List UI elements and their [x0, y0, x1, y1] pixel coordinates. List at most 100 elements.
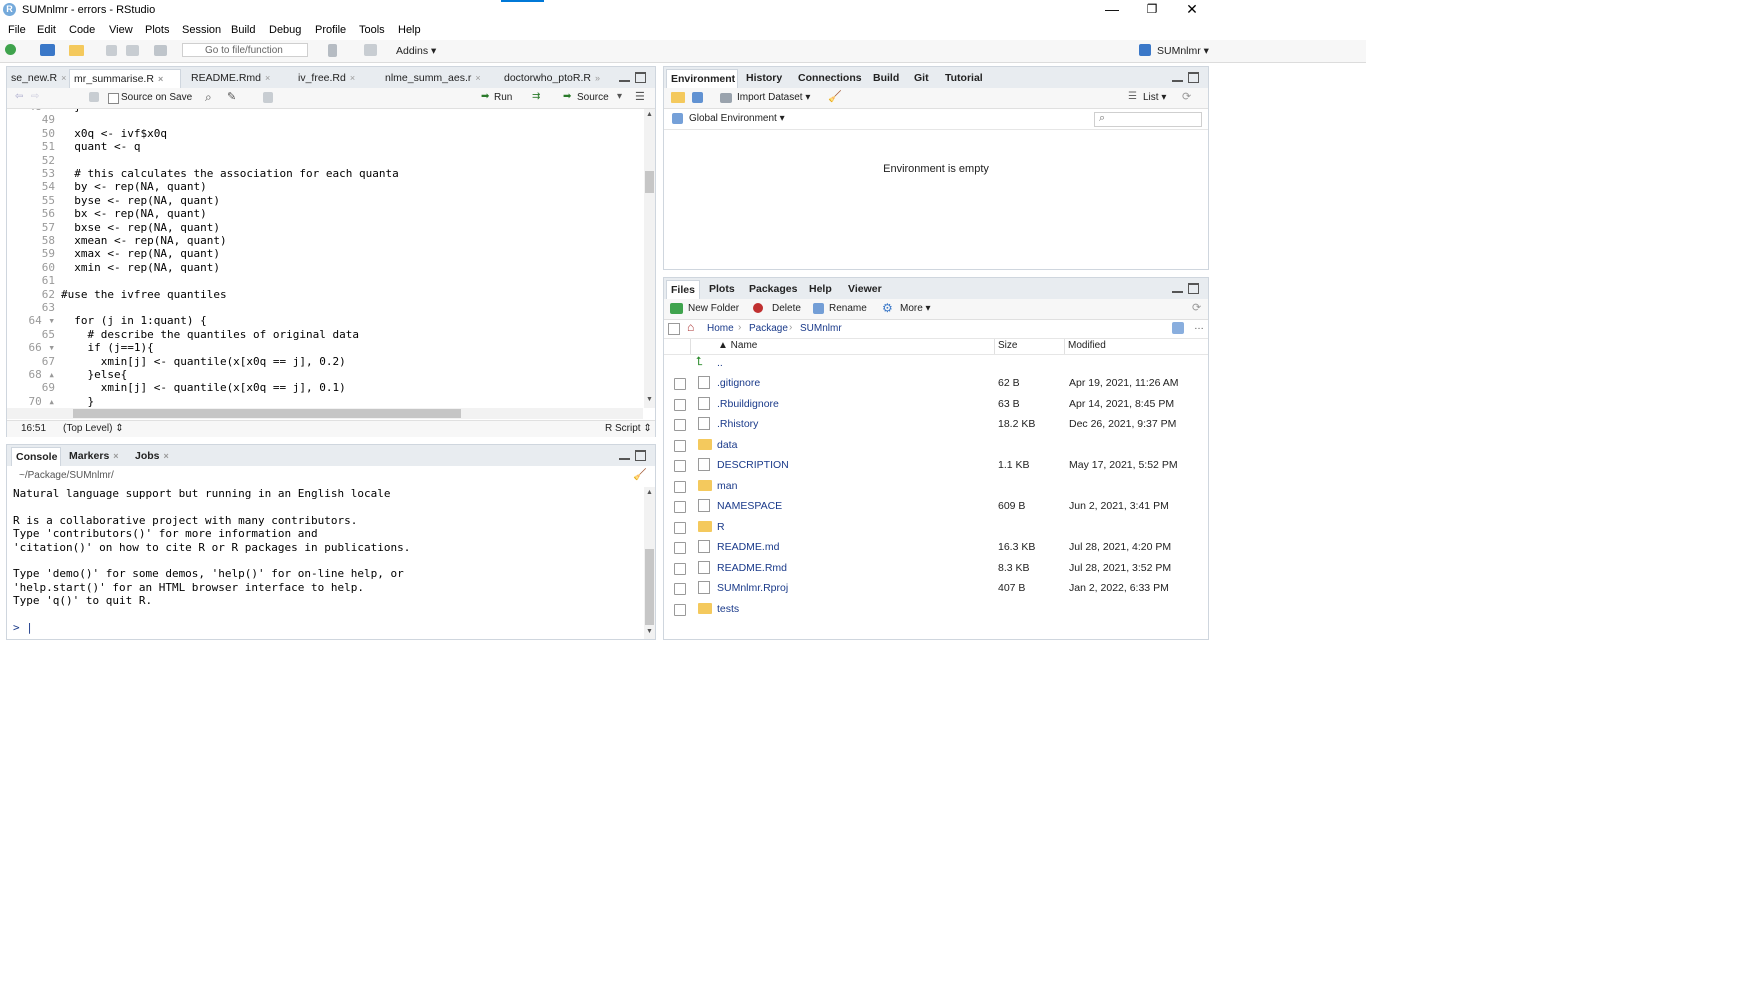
file-type-selector[interactable]: R Script ⇕ [605, 423, 652, 434]
tab-close[interactable]: × [164, 451, 169, 461]
scroll-down-icon[interactable]: ▼ [646, 628, 653, 635]
file-row[interactable]: .Rhistory 18.2 KB Dec 26, 2021, 9:37 PM [664, 415, 1208, 435]
code-tools-icon[interactable]: ✎ [227, 90, 236, 103]
menu-edit[interactable]: Edit [37, 24, 56, 36]
tab-plots[interactable]: Plots [705, 280, 739, 299]
tab-files[interactable]: Files [666, 280, 700, 299]
tab-close[interactable]: × [158, 74, 163, 84]
file-name[interactable]: README.md [717, 541, 779, 553]
tab-console[interactable]: Console [11, 447, 61, 466]
file-name[interactable]: .gitignore [717, 377, 760, 389]
parent-directory-row[interactable]: ⮤ .. [664, 354, 1208, 374]
file-checkbox[interactable] [674, 521, 686, 534]
scope-selector[interactable]: (Top Level) ⇕ [63, 423, 124, 434]
minimize-pane-icon[interactable] [619, 72, 631, 82]
tab-nlme-summ[interactable]: nlme_summ_aes.r × [381, 69, 495, 88]
file-checkbox[interactable] [674, 542, 686, 554]
menu-tools[interactable]: Tools [359, 24, 385, 36]
import-dataset-button[interactable]: Import Dataset ▾ [737, 92, 810, 103]
breadcrumb-sumnlmr[interactable]: SUMnlmr [800, 323, 842, 334]
rerun-icon[interactable]: ⇉ [532, 91, 540, 102]
file-name[interactable]: R [717, 521, 725, 533]
file-row[interactable]: .Rbuildignore 63 B Apr 14, 2021, 8:45 PM [664, 395, 1208, 415]
file-checkbox[interactable] [674, 603, 686, 616]
menu-debug[interactable]: Debug [269, 24, 301, 36]
menu-code[interactable]: Code [69, 24, 95, 36]
tab-close[interactable]: × [475, 73, 480, 83]
refresh-icon[interactable]: ⟳ [1192, 301, 1201, 314]
column-size[interactable]: Size [998, 340, 1017, 351]
save-icon[interactable] [89, 92, 99, 102]
back-icon[interactable]: ⇦ [15, 91, 23, 102]
outline-icon[interactable]: ☰ [635, 90, 645, 103]
tab-close[interactable]: × [265, 73, 270, 83]
refresh-icon[interactable]: ⟳ [1182, 90, 1191, 103]
menu-help[interactable]: Help [398, 24, 421, 36]
file-name[interactable]: man [717, 480, 737, 492]
tab-git[interactable]: Git [910, 69, 934, 88]
tab-readme-rmd[interactable]: README.Rmd × [187, 69, 289, 88]
breadcrumb-home[interactable]: Home [707, 323, 734, 334]
project-menu[interactable]: SUMnlmr ▾ [1157, 45, 1209, 57]
file-name[interactable]: NAMESPACE [717, 500, 782, 512]
file-row[interactable]: NAMESPACE 609 B Jun 2, 2021, 3:41 PM [664, 497, 1208, 517]
rename-button[interactable]: Rename [829, 303, 867, 314]
file-checkbox[interactable] [674, 398, 686, 411]
file-name[interactable]: tests [717, 603, 739, 615]
file-name[interactable]: data [717, 439, 737, 451]
new-project-icon[interactable] [40, 44, 55, 56]
tab-build[interactable]: Build [869, 69, 903, 88]
search-icon[interactable]: ⌕ [205, 90, 212, 105]
open-file-icon[interactable] [69, 45, 84, 56]
scroll-down-icon[interactable]: ▼ [646, 396, 653, 403]
load-workspace-icon[interactable] [671, 92, 685, 103]
file-row[interactable]: SUMnlmr.Rproj 407 B Jan 2, 2022, 6:33 PM [664, 579, 1208, 599]
tab-markers[interactable]: Markers × [65, 447, 127, 466]
file-name[interactable]: .Rbuildignore [717, 398, 779, 410]
tab-connections[interactable]: Connections [794, 69, 864, 88]
code-area[interactable]: 48 ▾ } 4950 x0q <- ivf$x0q 51 quant <- q 52… [7, 109, 643, 408]
new-file-icon[interactable] [5, 44, 16, 55]
scroll-up-icon[interactable]: ▲ [646, 111, 653, 118]
file-checkbox[interactable] [674, 501, 686, 513]
menu-session[interactable]: Session [182, 24, 221, 36]
restore-button[interactable]: ❐ [1132, 0, 1172, 20]
file-name[interactable]: SUMnlmr.Rproj [717, 582, 788, 594]
scroll-thumb[interactable] [645, 171, 654, 193]
more-button[interactable]: More ▾ [900, 303, 931, 314]
file-row[interactable]: .gitignore 62 B Apr 19, 2021, 11:26 AM [664, 374, 1208, 394]
column-modified[interactable]: Modified [1068, 340, 1106, 351]
file-row[interactable]: R [664, 518, 1208, 538]
tab-viewer[interactable]: Viewer [844, 280, 888, 299]
source-on-save-checkbox[interactable] [108, 93, 119, 104]
goto-file-input[interactable]: Go to file/function [182, 43, 308, 57]
file-row[interactable]: README.md 16.3 KB Jul 28, 2021, 4:20 PM [664, 538, 1208, 558]
tab-mr-summarise[interactable]: mr_summarise.R × [69, 69, 181, 88]
minimize-pane-icon[interactable] [1172, 72, 1184, 82]
hscroll-thumb[interactable] [73, 409, 461, 418]
file-name[interactable]: .Rhistory [717, 418, 758, 430]
file-checkbox[interactable] [674, 460, 686, 472]
view-mode-selector[interactable]: List ▾ [1143, 92, 1166, 103]
clear-workspace-icon[interactable]: 🧹 [828, 90, 842, 103]
tab-jobs[interactable]: Jobs × [131, 447, 179, 466]
new-folder-button[interactable]: New Folder [688, 303, 739, 314]
tab-se-new[interactable]: se_new.R × [7, 69, 67, 88]
menu-build[interactable]: Build [231, 24, 255, 36]
maximize-pane-icon[interactable] [1188, 72, 1200, 83]
version-control-icon[interactable] [328, 44, 337, 57]
file-checkbox[interactable] [674, 562, 686, 575]
save-all-icon[interactable] [126, 45, 139, 56]
tab-close[interactable]: × [350, 73, 355, 83]
more-tabs-icon[interactable]: » [595, 73, 600, 83]
save-icon[interactable] [106, 45, 117, 56]
home-icon[interactable]: ⌂ [687, 320, 694, 334]
tab-packages[interactable]: Packages [745, 280, 799, 299]
file-checkbox[interactable] [674, 439, 686, 452]
console-output[interactable]: Natural language support but running in … [7, 487, 643, 639]
tab-close[interactable]: × [61, 73, 66, 83]
close-button[interactable]: ✕ [1172, 0, 1212, 20]
tab-iv-free[interactable]: iv_free.Rd × [294, 69, 376, 88]
file-name[interactable]: README.Rmd [717, 562, 787, 574]
forward-icon[interactable]: ⇨ [31, 91, 39, 102]
